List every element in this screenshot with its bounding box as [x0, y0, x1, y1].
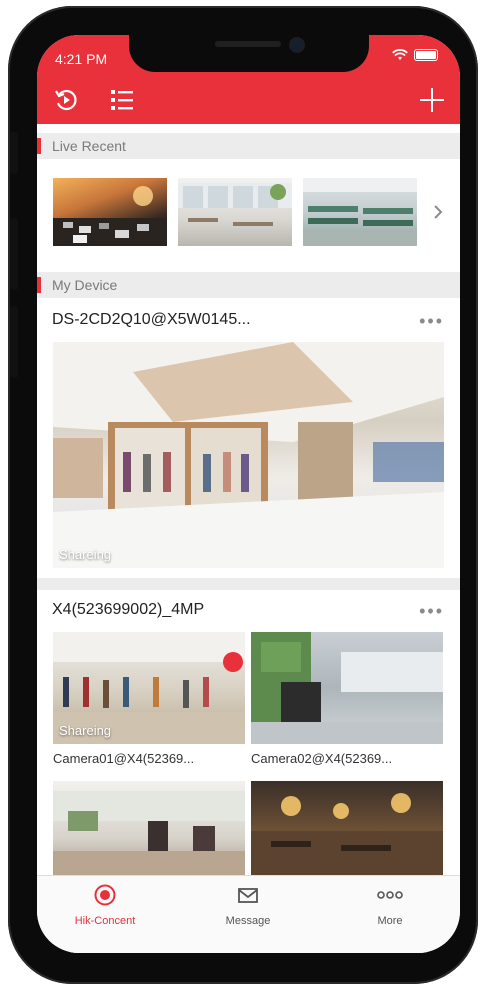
- camera01-preview[interactable]: Shareing: [53, 632, 245, 744]
- restaurant-image: [251, 793, 443, 875]
- record-icon: [94, 884, 116, 906]
- sharing-tag: Shareing: [59, 723, 112, 738]
- live-recent-header: Live Recent: [37, 133, 460, 159]
- status-time: 4:21 PM: [55, 51, 108, 67]
- bottom-tab-bar: Hik-Concent Message More: [37, 875, 460, 953]
- status-icons: [392, 49, 438, 61]
- replay-icon: [55, 89, 77, 111]
- tab-label: Message: [225, 915, 271, 927]
- side-button-volume-up: [10, 218, 18, 290]
- camera04-preview[interactable]: [251, 781, 443, 875]
- list-button[interactable]: [107, 85, 137, 115]
- tab-hik-concent[interactable]: Hik-Concent: [60, 884, 150, 927]
- device-more-button[interactable]: •••: [419, 311, 444, 332]
- front-camera: [289, 37, 305, 53]
- tab-label: More: [377, 915, 403, 927]
- live-thumb-office[interactable]: [303, 178, 417, 246]
- camera02-preview[interactable]: [251, 632, 443, 744]
- device-name[interactable]: X4(523699002)_4MP: [52, 601, 204, 619]
- my-device-title: My Device: [52, 277, 118, 293]
- traffic-image: [53, 186, 167, 246]
- sharing-tag: Shareing: [59, 547, 112, 562]
- section-marker: [37, 277, 41, 293]
- live-recent-title: Live Recent: [52, 138, 126, 154]
- live-thumb-traffic[interactable]: [53, 178, 167, 246]
- camera01-label[interactable]: Camera01@X4(52369...: [53, 751, 194, 766]
- device-preview[interactable]: Shareing: [53, 342, 444, 568]
- replay-button[interactable]: [51, 85, 81, 115]
- chevron-right-icon[interactable]: [433, 204, 443, 220]
- plus-icon: [420, 88, 444, 112]
- cafe-image: [178, 183, 292, 226]
- office-image: [303, 178, 417, 246]
- device-more-button[interactable]: •••: [419, 601, 444, 622]
- side-button-mute: [10, 132, 18, 174]
- dots-icon: [377, 891, 403, 899]
- add-device-button[interactable]: [417, 85, 447, 115]
- battery-icon: [414, 49, 438, 61]
- section-marker: [37, 138, 41, 154]
- notch: [129, 35, 369, 72]
- camera02-label[interactable]: Camera02@X4(52369...: [251, 751, 392, 766]
- list-icon: [111, 90, 133, 110]
- my-device-header: My Device: [37, 272, 460, 298]
- mail-icon: [238, 888, 258, 903]
- store-image: [53, 342, 444, 568]
- tab-label: Hik-Concent: [74, 915, 136, 927]
- speaker: [215, 41, 281, 47]
- live-thumb-cafe[interactable]: [178, 178, 292, 246]
- wifi-icon: [392, 49, 408, 60]
- device-divider: [37, 578, 460, 590]
- tab-message[interactable]: Message: [203, 884, 293, 927]
- retail-image: [53, 791, 245, 875]
- tab-more[interactable]: More: [345, 884, 435, 927]
- app-screen: 4:21 PM Live Recent My Device DS-2CD2Q10…: [37, 35, 460, 953]
- camera03-preview[interactable]: [53, 781, 245, 875]
- side-button-volume-down: [10, 306, 18, 378]
- device-name[interactable]: DS-2CD2Q10@X5W0145...: [52, 311, 251, 329]
- warehouse-image: [251, 632, 443, 744]
